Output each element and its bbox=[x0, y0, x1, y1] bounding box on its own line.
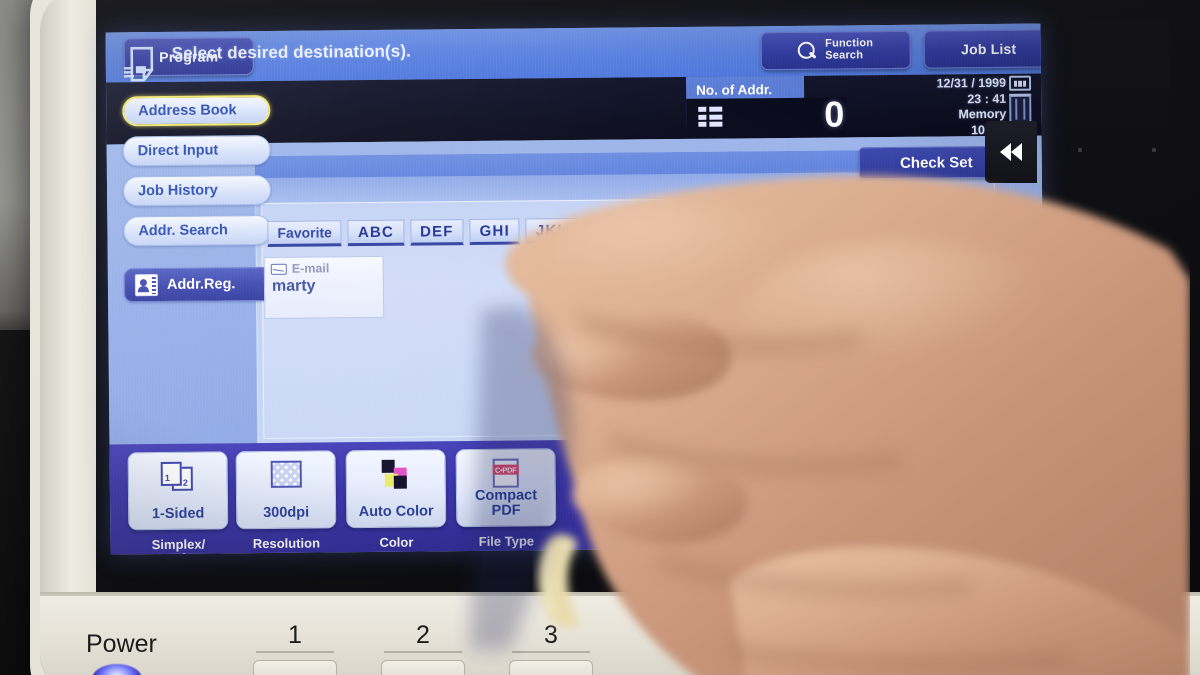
sidebar-item-label: Job History bbox=[137, 182, 218, 200]
power-label: Power bbox=[86, 630, 157, 658]
number-key-1-label: 1 bbox=[288, 621, 302, 649]
simplex-duplex-button[interactable]: 12 1-Sided bbox=[127, 451, 229, 531]
cmyk-squares-icon bbox=[380, 459, 412, 489]
address-register-label: Addr.Reg. bbox=[166, 276, 236, 293]
sidebar-item-job-history[interactable]: Job History bbox=[122, 174, 272, 207]
simplex-duplex-value: 1-Sided bbox=[151, 505, 205, 522]
color-value: Auto Color bbox=[358, 503, 434, 520]
resolution-value: 300dpi bbox=[263, 504, 310, 521]
status-date: 12/31 / 1999 bbox=[936, 75, 1007, 91]
address-entry-type-label: E-mail bbox=[291, 261, 330, 276]
status-time: 23 : 41 bbox=[967, 91, 1007, 106]
toner-level-icon bbox=[1008, 75, 1032, 91]
scan-send-document-icon bbox=[123, 46, 154, 82]
resolution-label: Resolution bbox=[252, 535, 321, 552]
number-key-1[interactable]: 1 bbox=[247, 622, 343, 675]
screenshot-root: Program Function Search Job List Select … bbox=[0, 0, 1200, 675]
tab-favorite[interactable]: Favorite bbox=[267, 220, 343, 247]
address-entry-card[interactable]: E-mail marty bbox=[263, 255, 385, 319]
function-search-label-line2: Search bbox=[825, 49, 864, 62]
search-icon bbox=[798, 41, 817, 60]
sidebar-item-label: Direct Input bbox=[137, 142, 219, 160]
tab-label: ABC bbox=[357, 223, 395, 241]
status-message: Select desired destination(s). bbox=[171, 41, 411, 63]
sidebar-item-label: Addr. Search bbox=[138, 222, 228, 240]
job-list-button[interactable]: Job List bbox=[923, 29, 1046, 69]
sidebar-item-label: Address Book bbox=[138, 102, 237, 120]
tab-label: Favorite bbox=[277, 224, 332, 241]
address-register-icon bbox=[134, 274, 159, 297]
address-entry-name: marty bbox=[271, 277, 316, 295]
simplex-duplex-label: Simplex/ Duplex bbox=[128, 537, 228, 555]
sidebar-item-direct-input[interactable]: Direct Input bbox=[122, 134, 271, 167]
tab-abc[interactable]: ABC bbox=[347, 219, 405, 247]
job-list-button-label: Job List bbox=[960, 40, 1017, 58]
envelope-icon bbox=[270, 263, 287, 275]
function-search-button[interactable]: Function Search bbox=[760, 30, 911, 71]
sidebar-item-address-book[interactable]: Address Book bbox=[122, 94, 271, 127]
resolution-button[interactable]: 300dpi bbox=[235, 450, 337, 530]
address-register-button[interactable]: Addr.Reg. bbox=[123, 266, 273, 303]
address-entry-type: E-mail bbox=[270, 261, 330, 276]
user-hand bbox=[470, 175, 1190, 675]
sidebar-item-addr-search[interactable]: Addr. Search bbox=[123, 214, 272, 247]
two-pages-icon: 12 bbox=[160, 461, 195, 491]
halftone-grid-icon bbox=[270, 460, 302, 488]
